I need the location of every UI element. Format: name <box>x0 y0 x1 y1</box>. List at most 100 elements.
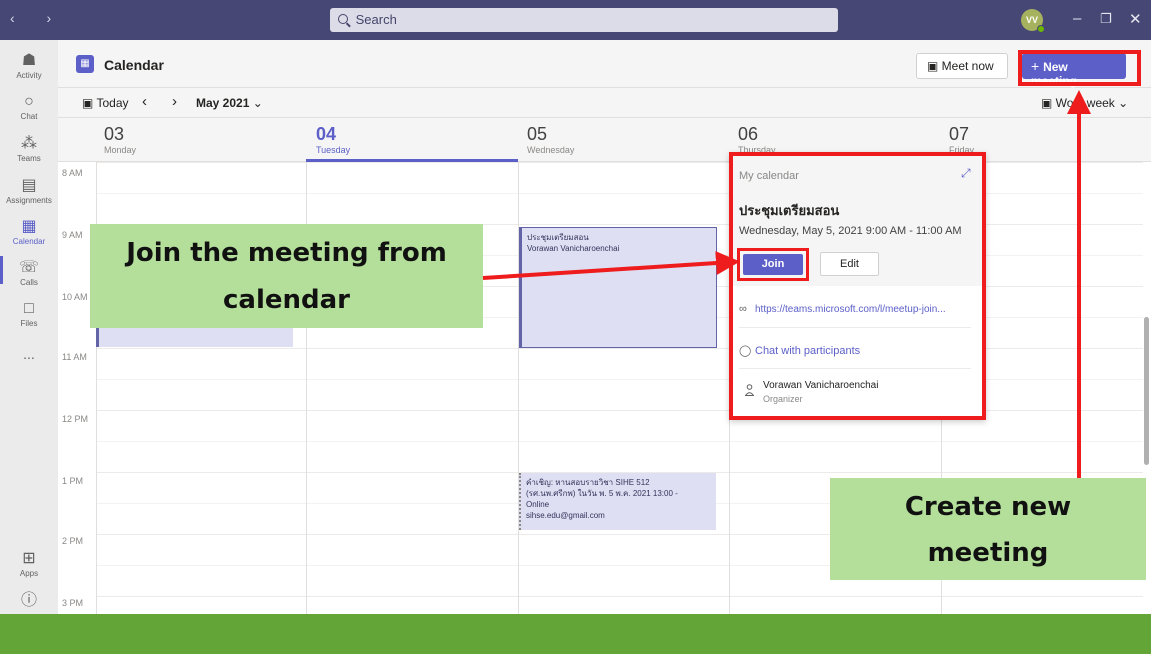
search-placeholder: Search <box>355 12 397 27</box>
day-number: 03 <box>104 124 125 144</box>
teams-icon: ⁂ <box>21 135 37 152</box>
half-hour-line <box>96 441 1143 442</box>
maximize-icon[interactable]: ❐ <box>1100 11 1112 27</box>
event-title: คำเชิญ: หานสอบรายวิชา SIHE 512 <box>526 478 650 487</box>
event-organizer: sihse.edu@gmail.com <box>526 511 605 520</box>
help-icon: ⓘ <box>20 592 37 609</box>
calendar-header: ▦ Calendar ▣ Meet now + New meeting <box>58 40 1151 88</box>
calendar-icon: ▦ <box>76 55 94 73</box>
bell-icon: ☗ <box>21 52 37 69</box>
today-button[interactable]: ▣ Today <box>82 96 129 110</box>
rail-item-calendar[interactable]: ▦ Calendar <box>0 218 58 246</box>
file-icon: □ <box>24 300 34 317</box>
rail-item-apps[interactable]: ⊞ Apps <box>0 550 58 578</box>
day-header[interactable]: 03 Monday <box>104 124 136 155</box>
view-label: Work week <box>1055 96 1115 110</box>
event-location: Online <box>526 500 550 509</box>
search-icon <box>338 14 348 24</box>
day-header[interactable]: 06 Thursday <box>738 124 776 155</box>
search-input[interactable]: Search <box>330 8 838 32</box>
day-number: 07 <box>949 124 970 144</box>
chat-icon: ◯ <box>739 345 752 357</box>
organizer-name: Vorawan Vanicharoenchai <box>763 380 879 391</box>
day-name: Monday <box>104 145 137 155</box>
hour-label: 11 AM <box>62 352 87 362</box>
calendar-event[interactable]: คำเชิญ: หานสอบรายวิชา SIHE 512 (รศ.นพ.ศร… <box>519 473 716 530</box>
rail-item-files[interactable]: □ Files <box>0 300 58 328</box>
rail-item-chat[interactable]: ○ Chat <box>0 93 58 121</box>
phone-icon: ☏ <box>18 259 39 276</box>
meeting-link-text: https://teams.microsoft.com/l/meetup-joi… <box>755 304 946 315</box>
view-switcher[interactable]: ▣ Work week ⌄ <box>1041 96 1128 110</box>
day-header[interactable]: 07 Friday <box>949 124 974 155</box>
event-organizer: Vorawan Vanicharoenchai <box>527 244 620 253</box>
divider <box>739 368 971 369</box>
hour-label: 1 PM <box>62 476 84 486</box>
rail-label: Calendar <box>12 237 46 246</box>
edit-button[interactable]: Edit <box>820 252 879 276</box>
rail-item-help[interactable]: ⓘ <box>0 592 58 611</box>
expand-icon[interactable]: ⤢ <box>961 166 971 181</box>
popup-time: Wednesday, May 5, 2021 9:00 AM - 11:00 A… <box>739 225 962 237</box>
person-icon <box>745 384 754 396</box>
calendar-event-selected[interactable]: ประชุมเตรียมสอน Vorawan Vanicharoenchai <box>519 227 717 348</box>
slide-footer-band <box>0 614 1151 654</box>
create-callout: Create new meeting <box>830 478 1146 580</box>
new-meeting-highlight <box>1018 50 1141 86</box>
chevron-down-icon: ⌄ <box>252 96 263 110</box>
chat-icon: ○ <box>24 93 34 110</box>
callout-text: calendar <box>223 285 350 315</box>
rail-item-teams[interactable]: ⁂ Teams <box>0 135 58 163</box>
more-icon: ... <box>23 346 35 362</box>
view-icon: ▣ <box>1041 96 1056 110</box>
meeting-popup: My calendar ⤢ ประชุมเตรียมสอน Wednesday,… <box>729 152 986 420</box>
rail-item-assignments[interactable]: ▤ Assignments <box>0 177 58 205</box>
day-header[interactable]: 05 Wednesday <box>527 124 574 155</box>
assignments-icon: ▤ <box>21 177 37 194</box>
day-number: 06 <box>738 124 759 144</box>
presence-available-icon <box>1037 25 1045 33</box>
hour-label: 12 PM <box>62 414 89 424</box>
today-label: Today <box>96 96 129 110</box>
title-bar: ‹ › Search VV – ❐ ✕ <box>0 0 1151 40</box>
popup-calendar-name: My calendar <box>739 170 799 182</box>
meet-now-button[interactable]: ▣ Meet now <box>916 53 1008 79</box>
day-header-today[interactable]: 04 Tuesday <box>316 124 350 155</box>
hour-label: 10 AM <box>62 292 88 302</box>
chat-label: Chat with participants <box>755 345 861 357</box>
calendar-day-icon: ▣ <box>82 96 97 110</box>
rail-item-activity[interactable]: ☗ Activity <box>0 52 58 80</box>
rail-label: Files <box>20 319 38 328</box>
event-subtitle: (รศ.นพ.ศรีกพ) ในวัน พ. 5 พ.ค. 2021 13:00… <box>526 489 678 498</box>
close-icon[interactable]: ✕ <box>1129 10 1142 28</box>
day-number: 04 <box>316 124 337 144</box>
rail-label: Activity <box>16 71 42 80</box>
join-callout: Join the meeting from calendar <box>90 224 483 328</box>
join-button[interactable]: Join <box>743 254 803 275</box>
event-title: ประชุมเตรียมสอน <box>527 233 589 242</box>
rail-item-calls[interactable]: ☏ Calls <box>0 259 58 287</box>
day-header-row: 03 Monday 04 Tuesday 05 Wednesday 06 Thu… <box>58 118 1151 162</box>
popup-title: ประชุมเตรียมสอน <box>739 203 840 218</box>
divider <box>739 327 971 328</box>
day-name: Tuesday <box>316 145 351 155</box>
rail-label: Calls <box>20 278 38 287</box>
minimize-icon[interactable]: – <box>1073 10 1081 27</box>
previous-week-button[interactable]: ‹ <box>142 93 147 110</box>
hour-label: 2 PM <box>62 536 84 546</box>
month-picker[interactable]: May 2021 ⌄ <box>196 96 263 110</box>
chat-with-participants[interactable]: ◯ Chat with participants <box>739 344 860 357</box>
month-label: May 2021 <box>196 96 250 110</box>
meeting-link[interactable]: ∞ https://teams.microsoft.com/l/meetup-jo… <box>739 303 946 315</box>
history-nav[interactable]: ‹ › <box>10 10 65 26</box>
calendar-icon: ▦ <box>21 218 37 235</box>
hour-label: 3 PM <box>62 598 84 608</box>
callout-text: Join the meeting from <box>126 238 447 268</box>
next-week-button[interactable]: › <box>172 93 177 110</box>
more-apps-button[interactable]: ... <box>0 346 58 362</box>
meet-now-label: Meet now <box>941 59 994 73</box>
scrollbar[interactable] <box>1144 317 1149 465</box>
callout-text: Create new <box>904 492 1072 522</box>
rail-label: Teams <box>17 154 41 163</box>
organizer-role: Organizer <box>763 394 803 404</box>
